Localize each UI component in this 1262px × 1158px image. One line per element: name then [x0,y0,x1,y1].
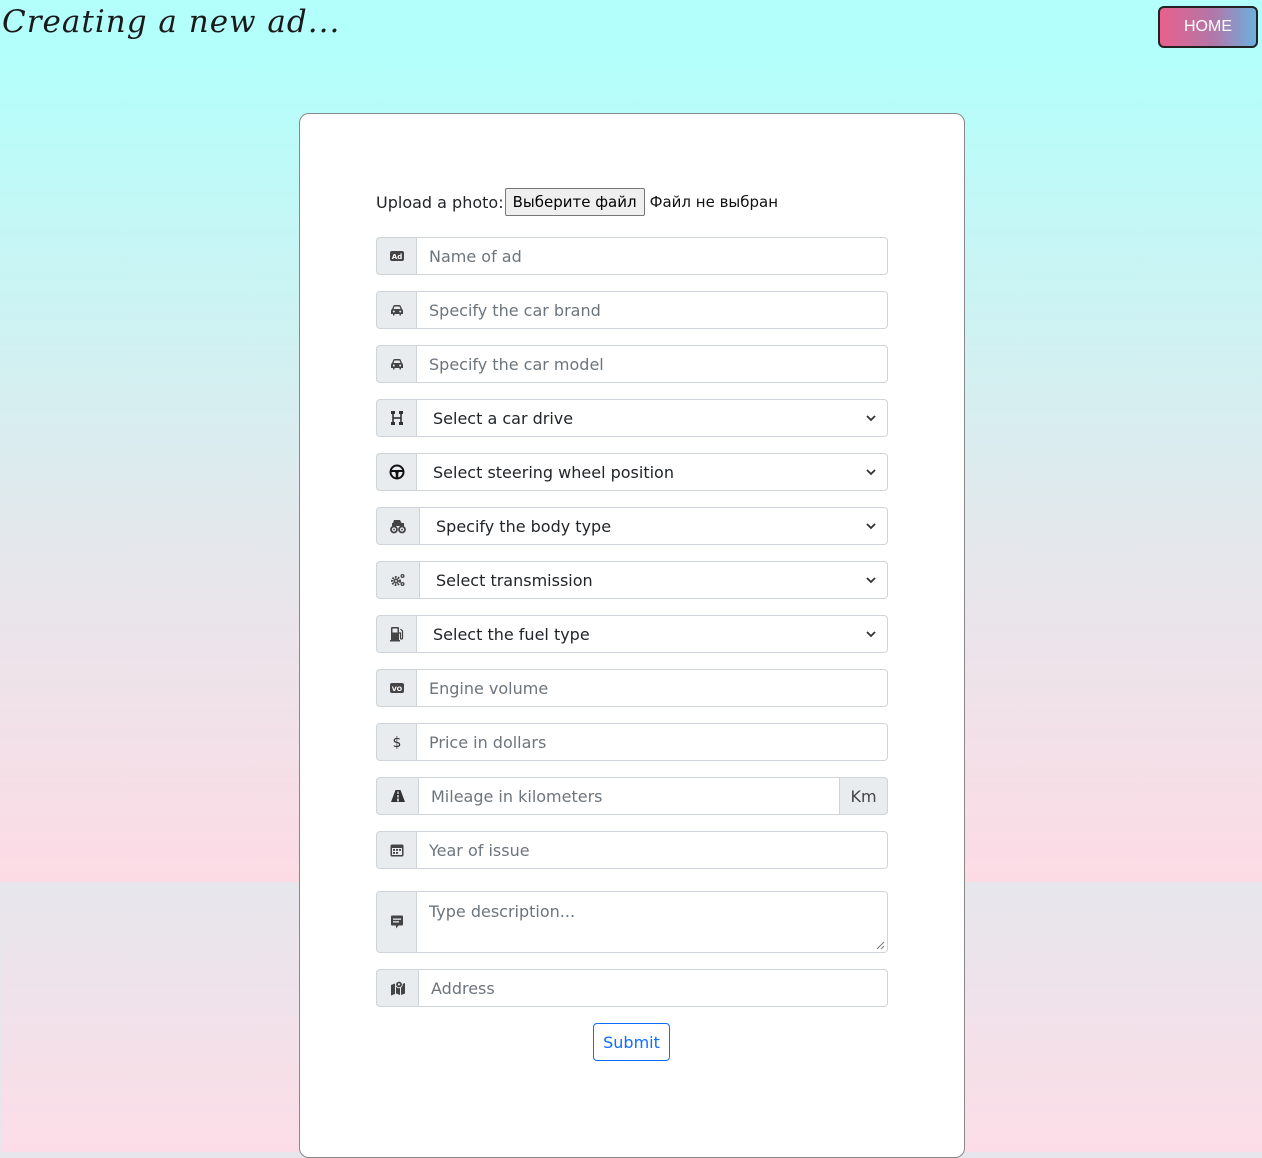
body-type-group: Specify the body type [376,507,888,545]
home-button[interactable]: HOME [1158,6,1258,48]
vo-icon: VO [376,669,417,707]
upload-label: Upload a photo: [376,192,504,212]
description-group: Type description... [376,891,888,953]
description-placeholder: Type description... [429,902,576,921]
model-input[interactable]: Specify the car model [417,345,888,383]
map-location-icon [376,969,419,1007]
drivetrain-icon [376,399,417,437]
chevron-down-icon [866,577,876,584]
drive-select-value: Select a car drive [433,408,574,428]
road-icon [376,777,419,815]
ad-icon: Ad [376,237,417,275]
address-input[interactable]: Address [419,969,888,1007]
chevron-down-icon [866,631,876,638]
choose-file-button[interactable]: Выберите файл [504,188,645,216]
fuel-select-value: Select the fuel type [433,624,590,644]
chevron-down-icon [866,469,876,476]
fuel-select[interactable]: Select the fuel type [417,615,888,653]
gears-icon [376,561,420,599]
ad-form: Upload a photo: Выберите файл Файл не вы… [299,113,965,1158]
monster-truck-icon [376,507,420,545]
chevron-down-icon [866,415,876,422]
fuel-group: Select the fuel type [376,615,888,653]
car-icon [376,291,417,329]
calendar-icon [376,831,417,869]
steering-group: Select steering wheel position [376,453,888,491]
chevron-down-icon [866,523,876,530]
ad-name-input[interactable]: Name of ad [417,237,888,275]
dollar-icon: $ [376,723,417,761]
year-input[interactable]: Year of issue [417,831,888,869]
ad-name-group: Ad Name of ad [376,237,888,275]
comment-icon [376,891,417,953]
mileage-input[interactable]: Mileage in kilometers [419,777,840,815]
steering-select[interactable]: Select steering wheel position [417,453,888,491]
svg-text:Ad: Ad [391,253,401,261]
mileage-unit: Km [840,777,888,815]
resize-handle-icon[interactable] [875,940,885,950]
body-type-select-value: Specify the body type [436,516,612,536]
photo-upload: Upload a photo: Выберите файл Файл не вы… [376,188,778,216]
drive-select[interactable]: Select a car drive [417,399,888,437]
transmission-group: Select transmission [376,561,888,599]
price-input[interactable]: Price in dollars [417,723,888,761]
brand-group: Specify the car brand [376,291,888,329]
brand-input[interactable]: Specify the car brand [417,291,888,329]
body-type-select[interactable]: Specify the body type [420,507,888,545]
price-group: $ Price in dollars [376,723,888,761]
svg-text:$: $ [392,735,401,750]
model-group: Specify the car model [376,345,888,383]
fuel-pump-icon [376,615,417,653]
steering-wheel-icon [376,453,417,491]
file-status: Файл не выбран [649,193,779,211]
page-title: Creating a new ad... [2,4,341,40]
submit-button[interactable]: Submit [593,1023,670,1061]
address-group: Address [376,969,888,1007]
engine-volume-group: VO Engine volume [376,669,888,707]
engine-volume-input[interactable]: Engine volume [417,669,888,707]
transmission-select-value: Select transmission [436,570,593,590]
svg-text:VO: VO [391,685,402,693]
drive-group: Select a car drive [376,399,888,437]
car-icon [376,345,417,383]
transmission-select[interactable]: Select transmission [420,561,888,599]
mileage-group: Mileage in kilometers Km [376,777,888,815]
year-group: Year of issue [376,831,888,869]
steering-select-value: Select steering wheel position [433,462,674,482]
description-textarea[interactable]: Type description... [417,891,888,953]
